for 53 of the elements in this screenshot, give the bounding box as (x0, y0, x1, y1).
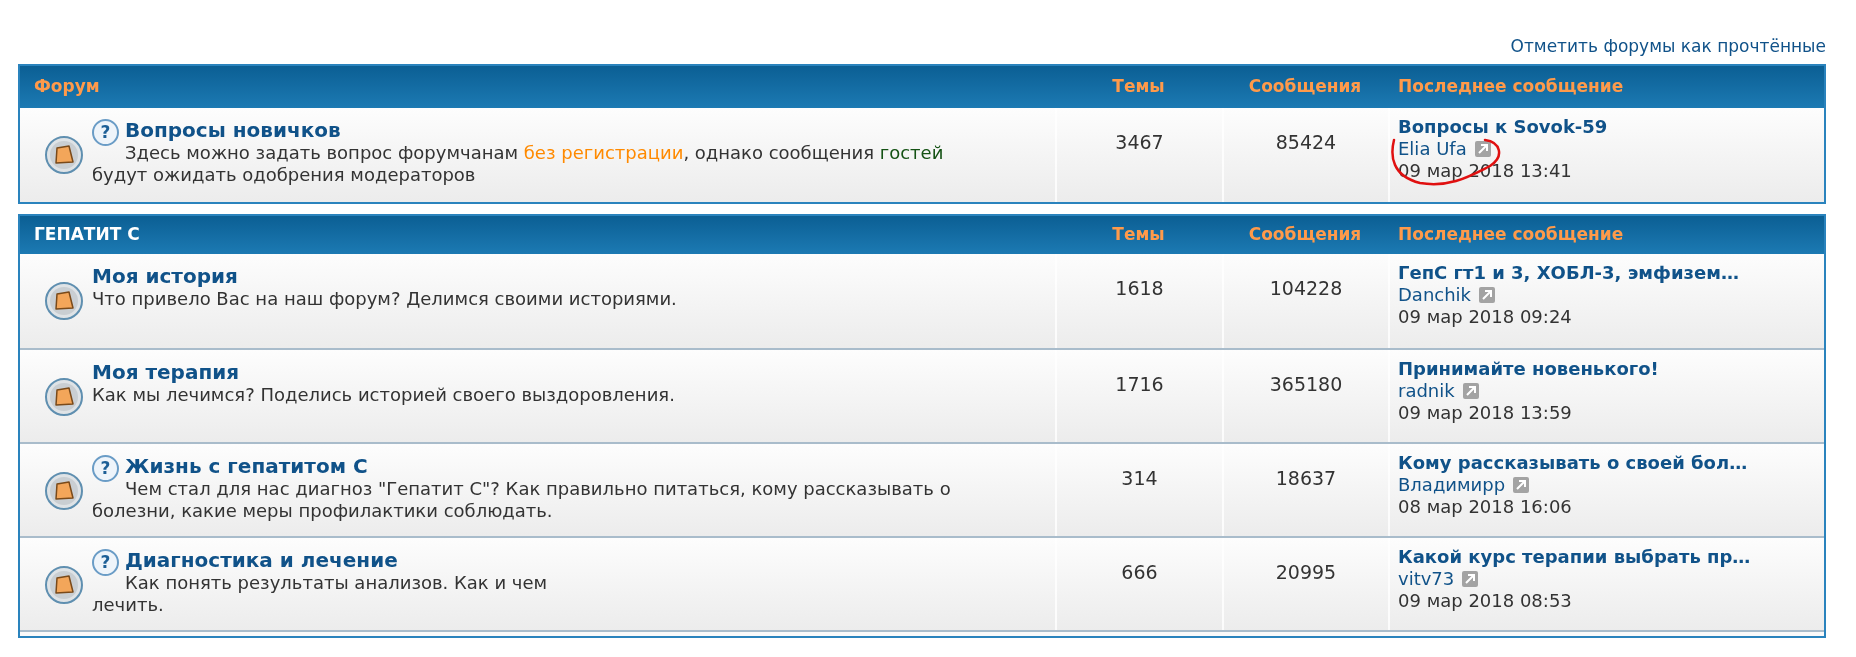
go-to-post-icon[interactable] (1462, 383, 1479, 399)
topic-count: 3467 (1115, 130, 1164, 155)
last-post-title-link[interactable]: Кому рассказывать о своей бол… (1398, 452, 1748, 474)
forum-title-link[interactable]: Моя терапия (92, 360, 240, 384)
column-header: Последнее сообщение (1397, 223, 1625, 247)
forum-title-link[interactable]: Вопросы новичков (125, 118, 341, 142)
column-header: ГЕПАТИТ С (33, 223, 141, 247)
author-link[interactable]: Danchik (1398, 284, 1472, 306)
topic-count: 666 (1121, 560, 1158, 585)
column-header: Темы (1111, 75, 1166, 99)
post-count: 85424 (1275, 130, 1337, 155)
post-date: 09 мар 2018 08:53 (1398, 590, 1572, 612)
forum-title-link[interactable]: Моя история (92, 264, 238, 288)
forum-title-link[interactable]: Жизнь с гепатитом С (125, 454, 368, 478)
mark-forums-read-link[interactable]: Отметить форумы как прочтённые (1510, 34, 1826, 60)
forum-icon (44, 135, 84, 175)
last-post-title-link[interactable]: ГепС гт1 и 3, ХОБЛ-3, эмфизем… (1398, 262, 1739, 284)
last-post-title-link[interactable]: Какой курс терапии выбрать пр… (1398, 546, 1751, 568)
last-post-title-link[interactable]: Принимайте новенького! (1398, 358, 1659, 380)
forum-icon (44, 471, 84, 511)
forum-icon (44, 565, 84, 605)
author-link[interactable]: vitv73 (1398, 568, 1455, 590)
post-date: 09 мар 2018 09:24 (1398, 306, 1572, 328)
column-header: Темы (1111, 223, 1166, 247)
post-count: 104228 (1269, 276, 1343, 301)
go-to-post-icon[interactable] (1474, 141, 1491, 157)
column-header: Сообщения (1247, 75, 1363, 99)
forum-icon (44, 377, 84, 417)
author-link[interactable]: Elia Ufa (1398, 138, 1467, 160)
go-to-post-icon[interactable] (1513, 477, 1530, 493)
column-header: Форум (33, 75, 101, 99)
post-count: 365180 (1269, 372, 1343, 397)
last-post-title-link[interactable]: Вопросы к Sovok-59 (1398, 116, 1608, 138)
help-icon[interactable]: ? (92, 549, 119, 576)
column-header: Сообщения (1247, 223, 1363, 247)
forum-description: Что привело Вас на наш форум? Делимся своими историями. (92, 288, 677, 310)
forum-description: Как мы лечимся? Поделись историей своего выздоровления. (92, 384, 675, 406)
go-to-post-icon[interactable] (1462, 571, 1479, 587)
author-link[interactable]: Владимирр (1398, 474, 1506, 496)
post-date: 09 мар 2018 13:59 (1398, 402, 1572, 424)
topic-count: 314 (1121, 466, 1158, 491)
forum-title-link[interactable]: Диагностика и лечение (125, 548, 398, 572)
go-to-post-icon[interactable] (1479, 287, 1496, 303)
topic-count: 1618 (1115, 276, 1164, 301)
column-header: Последнее сообщение (1397, 75, 1625, 99)
author-link[interactable]: radnik (1398, 380, 1455, 402)
post-count: 18637 (1275, 466, 1337, 491)
topic-count: 1716 (1115, 372, 1164, 397)
forum-icon (44, 281, 84, 321)
post-date: 08 мар 2018 16:06 (1398, 496, 1572, 518)
post-count: 20995 (1275, 560, 1337, 585)
help-icon[interactable]: ? (92, 455, 119, 482)
help-icon[interactable]: ? (92, 119, 119, 146)
